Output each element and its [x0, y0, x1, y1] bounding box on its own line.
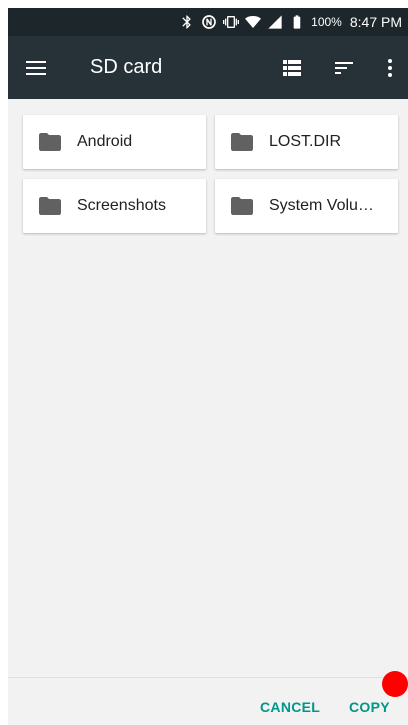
more-vert-icon[interactable] [372, 36, 408, 99]
wifi-icon [245, 14, 262, 30]
folder-label: Android [77, 133, 133, 150]
bluetooth-icon [179, 14, 195, 30]
folder-icon [39, 197, 61, 215]
folder-icon [39, 133, 61, 151]
hamburger-menu-icon[interactable] [16, 36, 56, 99]
screen: 100% 8:47 PM SD card Android LOST.DIR Sc… [8, 8, 408, 725]
folder-item-screenshots[interactable]: Screenshots [23, 179, 206, 233]
folder-label: Screenshots [77, 197, 166, 214]
battery-percent: 100% [311, 15, 342, 29]
folder-item-system-volume[interactable]: System Volu… [215, 179, 398, 233]
folder-item-android[interactable]: Android [23, 115, 206, 169]
folder-label: LOST.DIR [269, 133, 342, 150]
page-title: SD card [90, 56, 163, 78]
folder-item-lost-dir[interactable]: LOST.DIR [215, 115, 398, 169]
battery-icon [289, 14, 305, 30]
signal-icon [267, 14, 283, 30]
cancel-button[interactable]: CANCEL [260, 678, 320, 725]
clock: 8:47 PM [349, 14, 402, 30]
folder-icon [231, 197, 253, 215]
status-bar: 100% 8:47 PM [8, 8, 408, 36]
nfc-icon [201, 14, 217, 30]
toolbar: SD card [8, 36, 408, 99]
folder-icon [231, 133, 253, 151]
list-view-icon[interactable] [272, 36, 312, 99]
folder-label: System Volu… [269, 197, 374, 214]
sort-icon[interactable] [324, 36, 364, 99]
touch-indicator [382, 671, 408, 697]
vibrate-icon [223, 14, 240, 30]
action-bar: CANCEL COPY [8, 677, 408, 725]
